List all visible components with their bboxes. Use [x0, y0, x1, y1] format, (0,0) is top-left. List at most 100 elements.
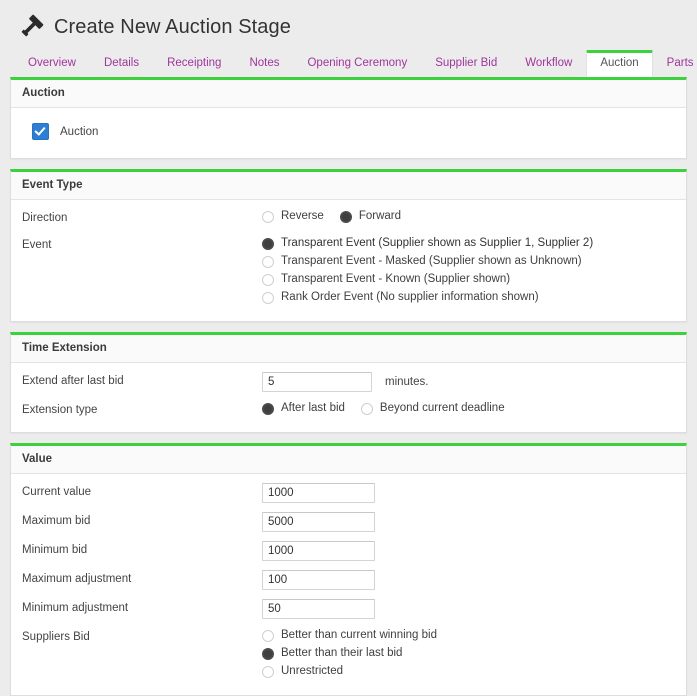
label-extension-type: Extension type: [22, 401, 262, 417]
label-event: Event: [22, 236, 262, 252]
control-current-value: [262, 483, 675, 503]
radio-label-better-than-winning: Better than current winning bid: [281, 628, 437, 643]
radio-event-masked[interactable]: Transparent Event - Masked (Supplier sho…: [262, 254, 675, 269]
current-value-input[interactable]: [262, 483, 375, 503]
row-minimum-bid: Minimum bid: [22, 541, 675, 561]
radio-direction-forward[interactable]: Forward: [340, 209, 401, 224]
radio-label-event-masked: Transparent Event - Masked (Supplier sho…: [281, 254, 582, 269]
page-header: Create New Auction Stage: [0, 0, 697, 50]
panel-event-type: Event Type Direction Reverse Forward: [10, 169, 687, 322]
row-maximum-adjustment: Maximum adjustment: [22, 570, 675, 590]
radio-icon-event-masked[interactable]: [262, 256, 274, 268]
auction-enable-row[interactable]: Auction: [22, 117, 675, 147]
control-extension-type: After last bid Beyond current deadline: [262, 401, 675, 416]
control-extend-after-last-bid: minutes.: [262, 372, 675, 392]
control-minimum-adjustment: [262, 599, 675, 619]
row-suppliers-bid: Suppliers Bid Better than current winnin…: [22, 628, 675, 682]
radio-label-beyond-deadline: Beyond current deadline: [380, 401, 505, 416]
label-maximum-adjustment: Maximum adjustment: [22, 570, 262, 586]
row-extension-type: Extension type After last bid Beyond cur…: [22, 401, 675, 419]
control-suppliers-bid: Better than current winning bid Better t…: [262, 628, 675, 682]
radio-icon-better-than-last[interactable]: [262, 648, 274, 660]
extend-minutes-suffix: minutes.: [385, 376, 428, 388]
tab-notes[interactable]: Notes: [235, 50, 293, 77]
tab-parts[interactable]: Parts: [653, 50, 697, 77]
tab-opening-ceremony[interactable]: Opening Ceremony: [293, 50, 421, 77]
auction-stage-page: Create New Auction Stage Overview Detail…: [0, 0, 697, 696]
radio-icon-forward[interactable]: [340, 211, 352, 223]
radio-icon-unrestricted[interactable]: [262, 666, 274, 678]
label-direction: Direction: [22, 209, 262, 225]
control-direction: Reverse Forward: [262, 209, 675, 224]
tab-overview[interactable]: Overview: [14, 50, 90, 77]
maximum-adjustment-input[interactable]: [262, 570, 375, 590]
tab-workflow[interactable]: Workflow: [511, 50, 586, 77]
radio-label-after-last-bid: After last bid: [281, 401, 345, 416]
radio-icon-event-known[interactable]: [262, 274, 274, 286]
radio-label-better-than-last: Better than their last bid: [281, 646, 402, 661]
panel-heading-value: Value: [11, 446, 686, 474]
control-minimum-bid: [262, 541, 675, 561]
radio-group-extension-type: After last bid Beyond current deadline: [262, 401, 521, 416]
row-current-value: Current value: [22, 483, 675, 503]
radio-icon-event-transparent[interactable]: [262, 238, 274, 250]
tab-bar: Overview Details Receipting Notes Openin…: [0, 50, 697, 77]
radio-icon-better-than-winning[interactable]: [262, 630, 274, 642]
radio-suppliers-bid-better-than-winning[interactable]: Better than current winning bid: [262, 628, 675, 643]
radio-icon-beyond-deadline[interactable]: [361, 403, 373, 415]
minimum-adjustment-input[interactable]: [262, 599, 375, 619]
radio-label-event-rank-order: Rank Order Event (No supplier informatio…: [281, 290, 539, 305]
tab-auction[interactable]: Auction: [586, 50, 652, 77]
gavel-icon: [18, 14, 44, 40]
radio-suppliers-bid-better-than-last[interactable]: Better than their last bid: [262, 646, 675, 661]
panel-body-event-type: Direction Reverse Forward: [11, 200, 686, 321]
extend-after-last-bid-input[interactable]: [262, 372, 372, 392]
radio-label-event-transparent: Transparent Event (Supplier shown as Sup…: [281, 236, 593, 251]
radio-extension-beyond-deadline[interactable]: Beyond current deadline: [361, 401, 505, 416]
tab-receipting[interactable]: Receipting: [153, 50, 235, 77]
tab-supplier-bid[interactable]: Supplier Bid: [421, 50, 511, 77]
row-direction: Direction Reverse Forward: [22, 209, 675, 227]
row-extend-after-last-bid: Extend after last bid minutes.: [22, 372, 675, 392]
radio-event-transparent[interactable]: Transparent Event (Supplier shown as Sup…: [262, 236, 675, 251]
panel-body-value: Current value Maximum bid Minimum bid: [11, 474, 686, 695]
label-maximum-bid: Maximum bid: [22, 512, 262, 528]
row-minimum-adjustment: Minimum adjustment: [22, 599, 675, 619]
radio-direction-reverse[interactable]: Reverse: [262, 209, 324, 224]
label-suppliers-bid: Suppliers Bid: [22, 628, 262, 644]
control-maximum-adjustment: [262, 570, 675, 590]
panel-stack: Auction Auction Event Type Direction: [0, 77, 697, 696]
radio-label-unrestricted: Unrestricted: [281, 664, 343, 679]
radio-label-event-known: Transparent Event - Known (Supplier show…: [281, 272, 510, 287]
radio-icon-after-last-bid[interactable]: [262, 403, 274, 415]
radio-event-known[interactable]: Transparent Event - Known (Supplier show…: [262, 272, 675, 287]
panel-body-auction: Auction: [11, 108, 686, 158]
row-event: Event Transparent Event (Supplier shown …: [22, 236, 675, 308]
panel-body-time-extension: Extend after last bid minutes. Extension…: [11, 363, 686, 432]
radio-label-forward: Forward: [359, 209, 401, 224]
control-event: Transparent Event (Supplier shown as Sup…: [262, 236, 675, 308]
control-maximum-bid: [262, 512, 675, 532]
panel-auction: Auction Auction: [10, 77, 687, 159]
label-extend-after-last-bid: Extend after last bid: [22, 372, 262, 388]
radio-suppliers-bid-unrestricted[interactable]: Unrestricted: [262, 664, 675, 679]
panel-heading-auction: Auction: [11, 80, 686, 108]
radio-extension-after-last-bid[interactable]: After last bid: [262, 401, 345, 416]
panel-time-extension: Time Extension Extend after last bid min…: [10, 332, 687, 433]
minimum-bid-input[interactable]: [262, 541, 375, 561]
label-minimum-bid: Minimum bid: [22, 541, 262, 557]
radio-icon-reverse[interactable]: [262, 211, 274, 223]
panel-heading-time-extension: Time Extension: [11, 335, 686, 363]
maximum-bid-input[interactable]: [262, 512, 375, 532]
panel-value: Value Current value Maximum bid Minimum …: [10, 443, 687, 696]
page-title: Create New Auction Stage: [54, 15, 291, 39]
radio-group-direction: Reverse Forward: [262, 209, 417, 224]
tab-details[interactable]: Details: [90, 50, 153, 77]
row-maximum-bid: Maximum bid: [22, 512, 675, 532]
radio-event-rank-order[interactable]: Rank Order Event (No supplier informatio…: [262, 290, 675, 305]
auction-checkbox-label: Auction: [60, 126, 98, 138]
auction-checkbox[interactable]: [32, 123, 49, 140]
radio-label-reverse: Reverse: [281, 209, 324, 224]
radio-icon-event-rank-order[interactable]: [262, 292, 274, 304]
label-minimum-adjustment: Minimum adjustment: [22, 599, 262, 615]
